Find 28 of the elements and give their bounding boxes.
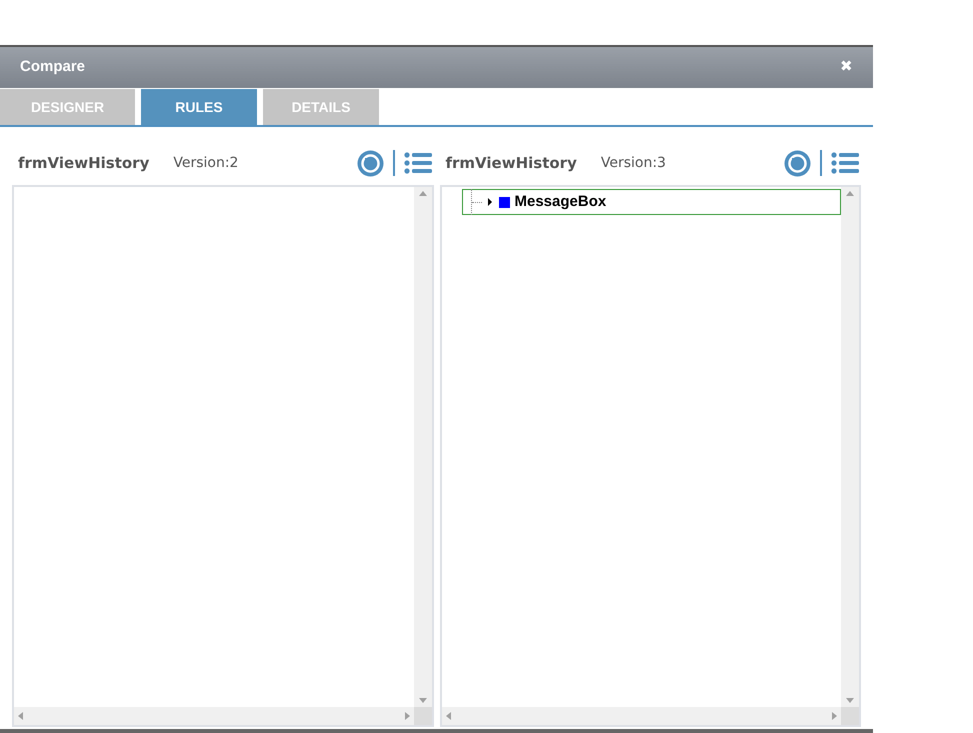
scroll-right-icon[interactable]: [404, 712, 410, 720]
refresh-icon[interactable]: [356, 150, 384, 176]
version-label: Version:3: [600, 154, 666, 172]
scroll-up-icon[interactable]: [418, 191, 426, 196]
scroll-up-icon[interactable]: [846, 191, 854, 196]
vertical-scrollbar[interactable]: [841, 187, 859, 707]
close-button[interactable]: ✖: [840, 56, 853, 79]
version-label: Version:2: [173, 154, 238, 172]
form-name: frmViewHistory: [18, 152, 150, 174]
list-icon[interactable]: [404, 152, 432, 174]
list-icon[interactable]: [831, 152, 859, 174]
tab[interactable]: DESIGNER: [0, 89, 135, 125]
horizontal-scrollbar[interactable]: [14, 707, 414, 725]
vertical-scrollbar[interactable]: [414, 187, 432, 707]
tree-item-label: MessageBox: [514, 192, 606, 212]
scroll-left-icon[interactable]: [446, 712, 450, 720]
form-name: frmViewHistory: [446, 152, 577, 174]
tree-item[interactable]: MessageBox: [462, 189, 841, 215]
refresh-icon[interactable]: [784, 150, 811, 176]
window-title: Compare: [20, 57, 86, 78]
collapsed-arrow-icon[interactable]: [486, 198, 492, 206]
scroll-right-icon[interactable]: [832, 712, 837, 720]
scroll-down-icon[interactable]: [846, 698, 854, 703]
horizontal-scrollbar[interactable]: [442, 707, 841, 725]
tab[interactable]: DETAILS: [263, 89, 379, 125]
scroll-left-icon[interactable]: [18, 712, 23, 720]
scroll-down-icon[interactable]: [418, 698, 426, 703]
tab[interactable]: RULES: [141, 89, 257, 125]
